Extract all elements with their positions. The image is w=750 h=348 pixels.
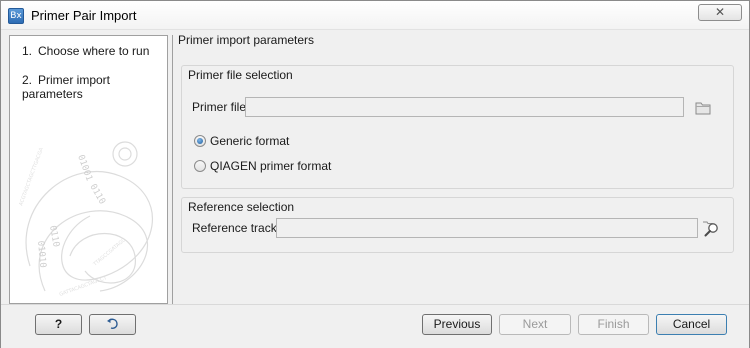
window-title: Primer Pair Import [31,8,137,23]
reference-selection-group: Reference selection Reference track [181,197,734,253]
radio-unchecked-icon[interactable] [194,160,206,172]
previous-button[interactable]: Previous [422,314,492,335]
reset-arrow-icon [106,318,118,329]
generic-format-label: Generic format [210,134,290,148]
reference-track-input[interactable] [276,218,698,238]
qiagen-format-label: QIAGEN primer format [210,159,332,173]
title-bar: Bx Primer Pair Import ✕ [1,1,749,30]
svg-text:GATTACAGCTAGCCT: GATTACAGCTAGCCT [59,275,109,298]
step-number: 2. [22,73,33,87]
finish-button[interactable]: Finish [578,314,649,335]
step-number: 1. [22,44,33,58]
step-label: Choose where to run [38,44,150,58]
folder-icon[interactable] [695,101,711,115]
wizard-steps-panel: 1. Choose where to run 2. Primer import pa… [9,35,168,304]
wizard-step-primer-import-parameters: 2. Primer import parameters [22,73,167,101]
reset-button[interactable] [89,314,136,335]
radio-checked-icon[interactable] [194,135,206,147]
reference-track-label: Reference track [192,221,277,235]
next-button[interactable]: Next [499,314,571,335]
dialog-button-bar: ? Previous Next Finish Cancel [1,304,749,348]
browse-search-icon[interactable] [702,219,720,237]
cancel-button[interactable]: Cancel [656,314,727,335]
main-content: Primer import parameters Primer file sel… [172,33,743,304]
help-button[interactable]: ? [35,314,82,335]
group-title: Reference selection [188,200,295,214]
group-title: Primer file selection [188,68,293,82]
primer-file-input[interactable] [245,97,684,117]
page-title: Primer import parameters [178,33,315,47]
svg-text:01001: 01001 [75,154,94,183]
primer-file-selection-group: Primer file selection Primer file Generi… [181,65,734,189]
app-logo-icon: Bx [8,8,24,24]
svg-text:0110: 0110 [87,183,107,207]
svg-text:TTAGCCGATAGC: TTAGCCGATAGC [92,237,128,268]
qiagen-format-radio[interactable]: QIAGEN primer format [194,159,331,173]
decorative-binary-swirl-icon: 01001 0110 01010 0110 ACGTAGCTAGCTTGACGA… [18,141,154,298]
svg-text:ACGTAGCTAGCTTGACGA: ACGTAGCTAGCTTGACGA [18,147,45,207]
close-button[interactable]: ✕ [698,4,742,21]
svg-text:01010: 01010 [35,240,47,268]
wizard-step-choose-where-to-run: 1. Choose where to run [22,44,149,58]
primer-file-label: Primer file [192,100,247,114]
dialog-window: Bx Primer Pair Import ✕ 1. Choose where t… [0,0,750,348]
generic-format-radio[interactable]: Generic format [194,134,289,148]
svg-text:0110: 0110 [47,225,61,248]
